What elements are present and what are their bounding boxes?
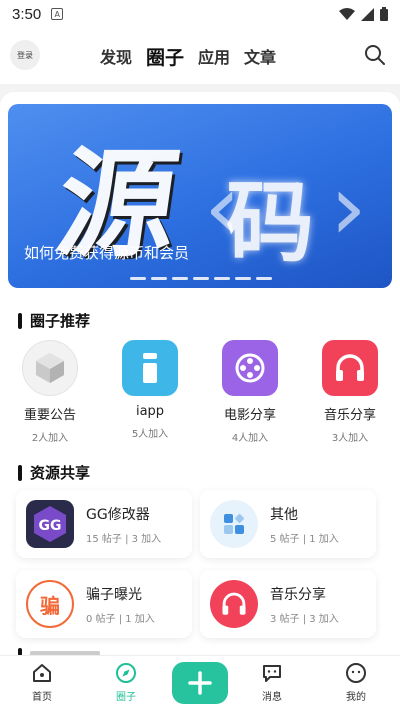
nav-home[interactable]: 首页 [12,662,72,703]
circle-name: 音乐分享 [323,408,376,423]
next-section-peek [18,648,118,655]
card-stats: 5 帖子 | 1 加入 [270,534,339,545]
main-content: 源 ‹ 码 › 如何免费获得源币和会员 圈子推荐 重要公告 2人加入 iapp … [0,92,400,655]
card-title: 其他 [270,507,298,523]
card-stats: 3 帖子 | 3 加入 [270,614,339,625]
recommend-circles: 重要公告 2人加入 iapp 5人加入 电影分享 4人加入 音乐分享 3人加入 [0,340,400,444]
circle-members: 3人加入 [331,433,369,444]
circle-item-iapp[interactable]: iapp 5人加入 [100,340,200,444]
resource-card-scam[interactable]: 骗 骗子曝光 0 帖子 | 1 加入 [16,570,192,638]
tab-discover[interactable]: 发现 [100,44,132,68]
nav-label: 我的 [346,692,366,703]
headphones-icon [210,580,258,628]
resource-card-music[interactable]: 音乐分享 3 帖子 | 3 加入 [200,570,376,638]
section-recommend: 圈子推荐 [18,310,90,331]
scam-badge-icon: 骗 [26,580,74,628]
circle-item-music[interactable]: 音乐分享 3人加入 [300,340,400,444]
circle-name: iapp [135,404,165,419]
nav-label: 首页 [32,692,52,703]
grid-icon [210,500,258,548]
nav-label: 消息 [262,692,282,703]
card-title: 骗子曝光 [86,587,142,603]
banner-caption: 如何免费获得源币和会员 [24,244,190,262]
cube-icon [22,340,78,396]
pager-dot[interactable] [151,277,167,280]
pager-dot[interactable] [172,277,188,280]
pager-dot[interactable] [130,277,146,280]
circle-item-announcement[interactable]: 重要公告 2人加入 [0,340,100,444]
nav-label: 圈子 [116,692,136,703]
nav-circle[interactable]: 圈子 [96,662,156,703]
notification-icon: A [51,8,64,20]
add-post-button[interactable] [172,662,228,704]
resource-card-gg[interactable]: GG GG修改器 15 帖子 | 3 加入 [16,490,192,558]
status-time: 3:50 [12,5,42,23]
promo-banner[interactable]: 源 ‹ 码 › 如何免费获得源币和会员 [8,104,392,288]
profile-icon [346,663,366,683]
banner-art-text-2: 码 [226,171,315,274]
film-reel-icon [222,340,278,396]
chat-icon [263,665,281,682]
circle-name: 重要公告 [23,408,76,423]
nav-profile[interactable]: 我的 [326,662,386,703]
resource-card-other[interactable]: 其他 5 帖子 | 1 加入 [200,490,376,558]
pager-dot[interactable] [214,277,230,280]
compass-icon [116,663,136,683]
card-stats: 15 帖子 | 3 加入 [86,534,162,545]
top-header: 登录 发现 圈子 应用 文章 [0,28,400,84]
circle-members: 2人加入 [31,433,69,444]
login-button[interactable]: 登录 [10,40,40,70]
scam-badge-text: 骗 [40,593,60,618]
svg-text:GG: GG [39,518,62,534]
pager-dot[interactable] [256,277,272,280]
section-recommend-title: 圈子推荐 [30,312,91,330]
section-resources-title: 资源共享 [30,464,91,482]
section-marker [18,648,22,655]
circle-name: 电影分享 [223,408,276,423]
tab-apps[interactable]: 应用 [198,44,230,68]
headphones-icon [322,340,378,396]
top-tabs: 发现 圈子 应用 文章 [100,28,276,84]
search-icon[interactable] [364,44,386,66]
plus-icon [188,671,212,695]
info-i-icon [122,340,178,396]
wifi-icon [339,7,355,20]
gg-logo-icon: GG [26,500,74,548]
banner-pager [130,277,272,280]
tab-articles[interactable]: 文章 [244,44,276,68]
card-stats: 0 帖子 | 1 加入 [86,614,155,625]
card-title: GG修改器 [86,507,150,523]
circle-members: 5人加入 [131,429,169,440]
circle-members: 4人加入 [231,433,269,444]
pager-dot[interactable] [235,277,251,280]
section-resources: 资源共享 [18,462,90,483]
section-marker [18,312,22,329]
nav-messages[interactable]: 消息 [242,662,302,703]
circle-item-movies[interactable]: 电影分享 4人加入 [200,340,300,444]
pager-dot[interactable] [193,277,209,280]
home-icon [33,664,51,682]
section-marker [18,464,22,481]
status-icons [339,7,388,21]
banner-bracket-right: › [330,154,367,261]
card-title: 音乐分享 [270,587,326,603]
signal-icon [361,7,374,21]
battery-icon [380,7,388,21]
status-bar: 3:50 A [0,0,400,28]
tab-circle[interactable]: 圈子 [146,43,184,70]
